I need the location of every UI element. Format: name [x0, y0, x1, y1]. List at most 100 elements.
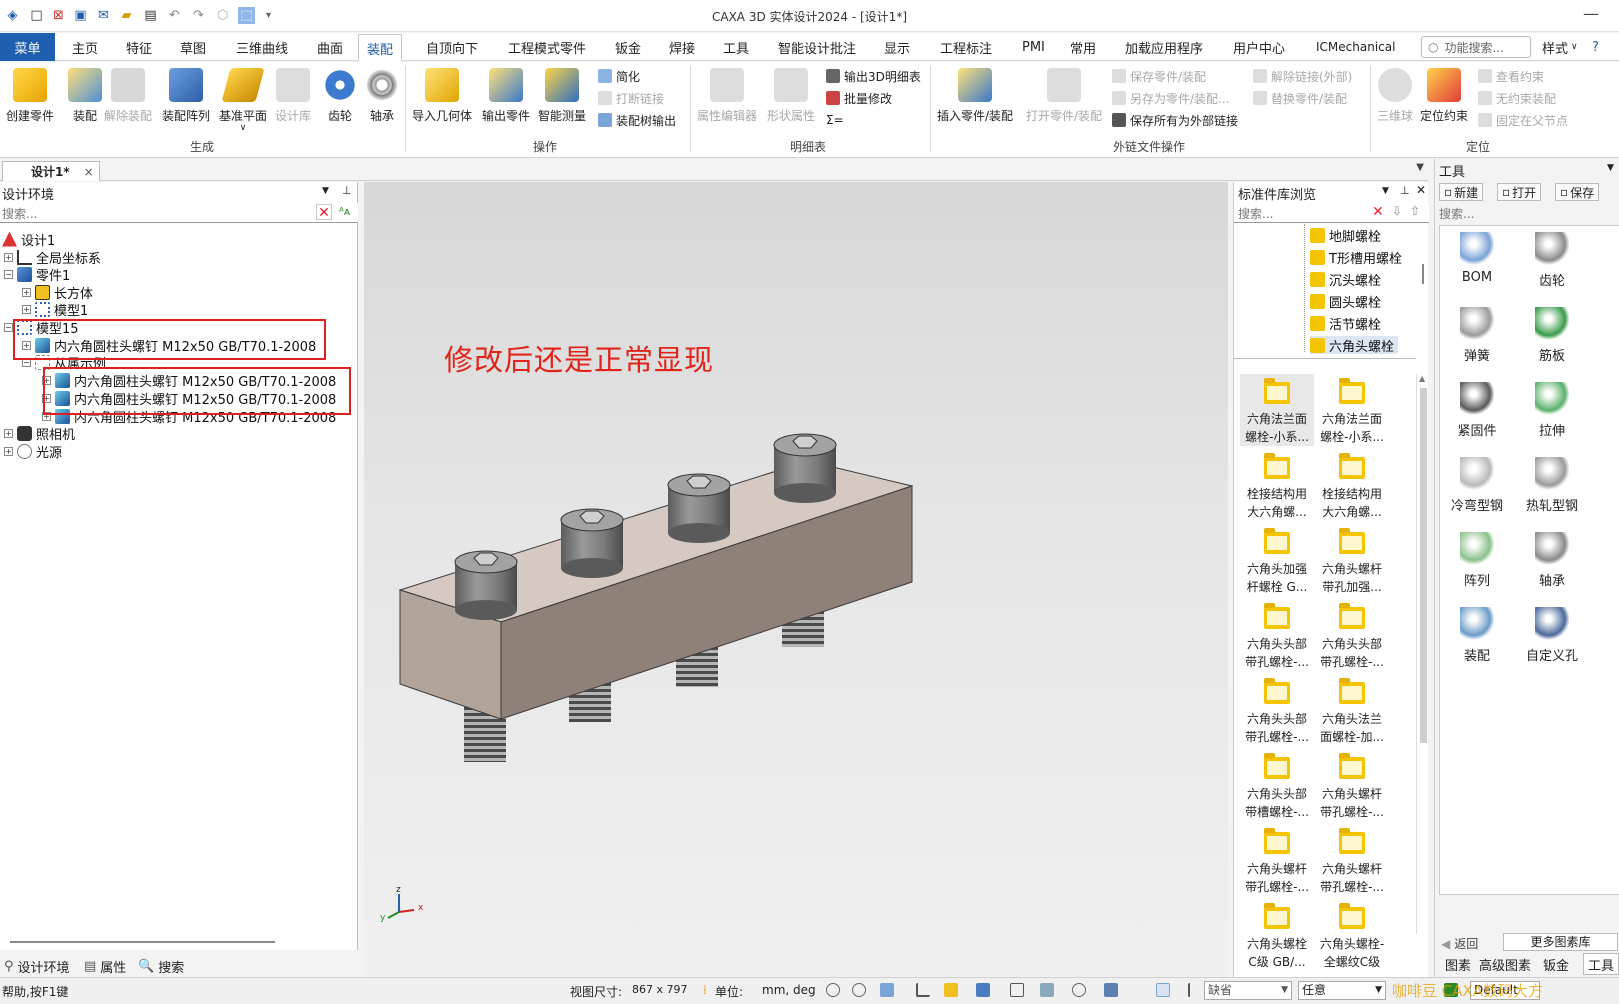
tab-sheet-metal-library[interactable]: 钣金: [1543, 953, 1569, 975]
tab-search[interactable]: 🔍 搜索: [134, 955, 184, 977]
folder-anchor-bolt[interactable]: 地脚螺栓: [1310, 226, 1381, 245]
tree-node-model1[interactable]: + 模型1: [22, 300, 88, 319]
save-as-part-button[interactable]: 另存为零件/装配...: [1112, 88, 1230, 108]
tab-engineering-part[interactable]: 工程模式零件: [508, 33, 586, 61]
tab-engineering-annotation[interactable]: 工程标注: [940, 33, 992, 61]
expand-icon[interactable]: +: [4, 252, 13, 262]
library-item[interactable]: 六角法兰面 螺栓-小系...: [1240, 374, 1314, 446]
library-item[interactable]: 六角头螺栓- 全螺纹C级: [1315, 899, 1389, 971]
disassemble-button[interactable]: 解除装配: [104, 68, 152, 124]
library-item[interactable]: 栓接结构用 大六角螺...: [1240, 449, 1314, 521]
tab-sheet-metal[interactable]: 钣金: [615, 33, 641, 61]
smart-measure-button[interactable]: 智能测量: [538, 68, 586, 124]
folder-hex-bolt[interactable]: 六角头螺栓: [1310, 336, 1399, 355]
pan-icon[interactable]: [916, 983, 930, 997]
tab-list-dropdown-icon[interactable]: ▼: [1416, 162, 1424, 173]
assembly-array-button[interactable]: 装配阵列: [162, 68, 210, 124]
replace-part-button[interactable]: 替换零件/装配: [1253, 88, 1347, 108]
back-button[interactable]: ◀ 返回: [1441, 935, 1478, 952]
tool-item-gear[interactable]: 齿轮: [1517, 232, 1587, 289]
tool-item-cold-formed-steel[interactable]: 冷弯型钢: [1442, 457, 1512, 514]
open-button[interactable]: ▫ 打开: [1497, 183, 1542, 201]
export-3d-bom-button[interactable]: 输出3D明细表: [826, 66, 921, 86]
view-orientation-icon[interactable]: [880, 983, 894, 997]
tab-surface[interactable]: 曲面: [317, 33, 343, 61]
pin-icon[interactable]: ⊥: [1400, 184, 1410, 197]
clear-search-icon[interactable]: ✕: [316, 204, 332, 221]
tab-advanced-elements[interactable]: 高级图素: [1479, 953, 1531, 975]
tab-welding[interactable]: 焊接: [669, 33, 695, 61]
help-icon[interactable]: ?: [1592, 33, 1599, 61]
position-constraint-button[interactable]: 定位约束: [1420, 68, 1468, 124]
design-library-button[interactable]: 设计库: [275, 68, 311, 124]
filter-select[interactable]: 缺省 ▼: [1204, 981, 1292, 1000]
tab-tools[interactable]: 工具: [723, 33, 749, 61]
tab-assembly[interactable]: 装配: [358, 34, 403, 62]
tab-smart-annotation[interactable]: 智能设计批注: [778, 33, 856, 61]
save-button[interactable]: ▫ 保存: [1555, 183, 1600, 201]
gear-button[interactable]: 齿轮: [323, 68, 357, 124]
folder-t-slot-bolt[interactable]: T形槽用螺栓: [1310, 248, 1402, 267]
tab-common[interactable]: 常用: [1070, 33, 1096, 61]
select-filter-icon[interactable]: [1188, 983, 1202, 997]
arrow-down-icon[interactable]: ⇩: [1392, 204, 1402, 218]
tool-item-spring[interactable]: 弹簧: [1442, 307, 1512, 364]
render-mode-icon[interactable]: [944, 983, 958, 997]
unlink-external-button[interactable]: 解除链接(外部): [1253, 66, 1352, 86]
panel-menu-icon[interactable]: ▼: [1607, 163, 1614, 173]
close-icon[interactable]: ✕: [1416, 183, 1426, 197]
collapse-icon[interactable]: −: [4, 322, 13, 332]
expand-icon[interactable]: +: [22, 304, 31, 314]
pin-icon[interactable]: ⊥: [342, 184, 352, 197]
cursor-icon[interactable]: [1156, 983, 1170, 997]
create-part-button[interactable]: 创建零件: [6, 68, 54, 124]
export-part-button[interactable]: 输出零件: [482, 68, 530, 124]
fix-to-parent-button[interactable]: 固定在父节点: [1478, 110, 1568, 130]
horizontal-scrollbar[interactable]: [10, 941, 275, 943]
tab-user-center[interactable]: 用户中心: [1233, 33, 1285, 61]
datum-plane-button[interactable]: 基准平面 ∨: [219, 68, 267, 133]
any-select[interactable]: 任意 ▼: [1298, 981, 1386, 1000]
zoom-icon[interactable]: [826, 983, 840, 997]
batch-modify-button[interactable]: 批量修改: [826, 88, 892, 108]
tool-item-bearing[interactable]: 轴承: [1517, 532, 1587, 589]
new-button[interactable]: ▫ 新建: [1439, 183, 1484, 201]
scroll-up-icon[interactable]: ▲: [1419, 374, 1425, 383]
library-item[interactable]: 栓接结构用 大六角螺...: [1315, 449, 1389, 521]
function-search-input[interactable]: ○ 功能搜索...: [1421, 36, 1531, 58]
style-menu[interactable]: 样式 ∨: [1542, 33, 1578, 61]
simplify-button[interactable]: 简化: [598, 66, 640, 86]
display-style-icon[interactable]: [976, 983, 990, 997]
tab-feature[interactable]: 特征: [126, 33, 152, 61]
tab-elements[interactable]: 图素: [1445, 953, 1471, 975]
library-item[interactable]: 六角头螺杆 带孔螺栓-...: [1240, 824, 1314, 896]
tool-item-hot-rolled-steel[interactable]: 热轧型钢: [1517, 457, 1587, 514]
section-icon[interactable]: [1010, 983, 1024, 997]
tree-node-design1[interactable]: 设计1: [2, 230, 55, 249]
import-geometry-button[interactable]: 导入几何体: [412, 68, 472, 124]
assembly-model[interactable]: z x y: [364, 182, 1228, 977]
open-part-button[interactable]: 打开零件/装配: [1026, 68, 1102, 124]
view-constraint-button[interactable]: 查看约束: [1478, 66, 1544, 86]
minimize-icon[interactable]: —: [1583, 4, 1599, 23]
tree-node-cuboid[interactable]: + 长方体: [22, 283, 93, 302]
tab-home[interactable]: 主页: [72, 33, 98, 61]
panel-menu-icon[interactable]: ▼: [1382, 186, 1389, 196]
library-item[interactable]: 六角头加强 杆螺栓 G...: [1240, 524, 1314, 596]
tool-item-bom[interactable]: BOM: [1442, 232, 1512, 285]
tree-search-input[interactable]: 搜索... ✕ ᴬᴀ: [0, 203, 358, 223]
rotate-icon[interactable]: [1072, 983, 1086, 997]
folder-round-head-bolt[interactable]: 圆头螺栓: [1310, 292, 1381, 311]
tree-node-light[interactable]: + 光源: [4, 442, 62, 461]
tool-item-custom-hole[interactable]: 自定义孔: [1517, 607, 1587, 664]
zoom-window-icon[interactable]: [852, 983, 866, 997]
library-item[interactable]: 六角法兰面 螺栓-小系...: [1315, 374, 1389, 446]
library-item[interactable]: 六角头头部 带孔螺栓-...: [1315, 599, 1389, 671]
library-item[interactable]: 六角头头部 带槽螺栓-...: [1240, 749, 1314, 821]
folder-eye-bolt[interactable]: 活节螺栓: [1310, 314, 1381, 333]
menu-button[interactable]: 菜单: [0, 33, 55, 61]
tool-item-assembly[interactable]: 装配: [1442, 607, 1512, 664]
clear-search-icon[interactable]: ✕: [1372, 204, 1384, 220]
expand-icon[interactable]: +: [4, 428, 13, 438]
library-item[interactable]: 六角头螺杆 带孔加强...: [1315, 524, 1389, 596]
